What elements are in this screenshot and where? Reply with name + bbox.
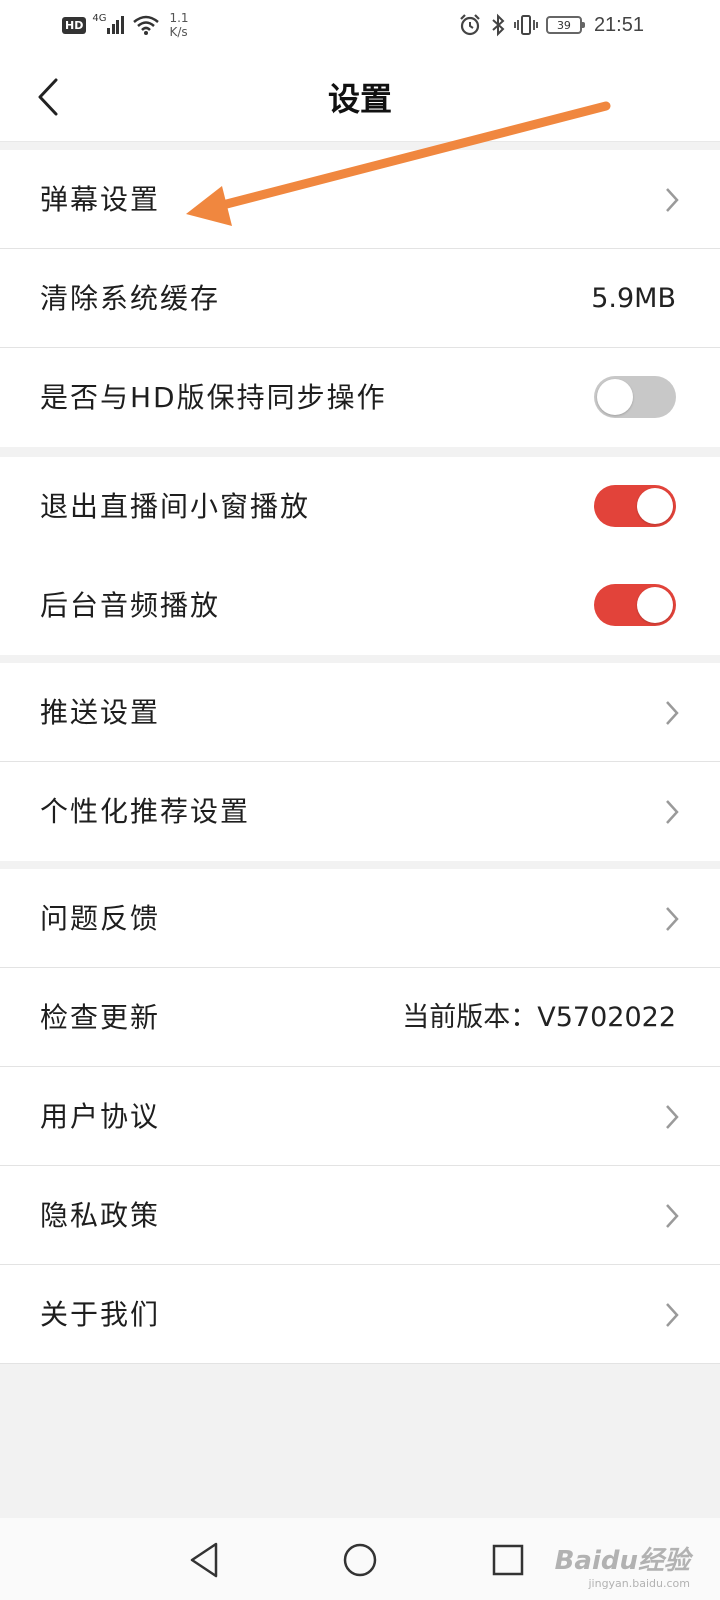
background-audio-toggle[interactable] (594, 584, 676, 626)
hd-sync-toggle[interactable] (594, 376, 676, 418)
chevron-right-icon (666, 800, 679, 824)
check-update-row[interactable]: 检查更新 当前版本：V5702022 (0, 968, 720, 1067)
about-us-row[interactable]: 关于我们 (0, 1265, 720, 1364)
alarm-icon (460, 14, 480, 36)
danmaku-settings-row[interactable]: 弹幕设置 (0, 150, 720, 249)
signal-icon (107, 16, 125, 34)
nav-back-icon[interactable] (184, 1538, 228, 1582)
toggle-knob (637, 488, 673, 524)
battery-level: 39 (556, 18, 571, 32)
row-label: 弹幕设置 (40, 183, 161, 216)
settings-group-playback: 退出直播间小窗播放 后台音频播放 (0, 457, 720, 655)
chevron-right-icon (666, 1105, 679, 1129)
network-speed: 1.1 K/s (169, 11, 188, 39)
watermark-brand: Baidu经验 (554, 1546, 690, 1576)
privacy-policy-row[interactable]: 隐私政策 (0, 1166, 720, 1265)
bluetooth-icon (492, 13, 505, 37)
nav-home-icon[interactable] (338, 1538, 382, 1582)
row-label: 关于我们 (40, 1298, 161, 1331)
speed-unit: K/s (169, 25, 188, 39)
settings-group-general: 弹幕设置 清除系统缓存 5.9MB 是否与HD版保持同步操作 (0, 150, 720, 447)
row-label: 隐私政策 (40, 1199, 161, 1232)
feedback-row[interactable]: 问题反馈 (0, 869, 720, 968)
toggle-knob (597, 379, 633, 415)
status-right: 39 21:51 (450, 10, 644, 40)
version-value: 当前版本：V5702022 (402, 1002, 676, 1033)
cache-size-value: 5.9MB (591, 283, 676, 314)
row-label: 推送设置 (40, 696, 161, 729)
page-title: 设置 (327, 80, 392, 118)
settings-group-push: 推送设置 个性化推荐设置 (0, 663, 720, 861)
toggle-knob (637, 587, 673, 623)
hd-sync-row: 是否与HD版保持同步操作 (0, 348, 720, 447)
watermark-url: jingyan.baidu.com (588, 1577, 690, 1590)
status-left: HD 4G 1.1 K/s (62, 10, 189, 40)
row-label: 问题反馈 (40, 902, 161, 935)
speed-value: 1.1 (169, 11, 189, 25)
row-label: 检查更新 (40, 1001, 161, 1034)
chevron-right-icon (666, 907, 679, 931)
row-label: 用户协议 (40, 1100, 161, 1133)
settings-group-about: 问题反馈 检查更新 当前版本：V5702022 用户协议 隐私政策 关于我们 (0, 869, 720, 1364)
mini-window-row: 退出直播间小窗播放 (0, 457, 720, 556)
nav-recents-icon[interactable] (486, 1538, 530, 1582)
vibrate-icon (514, 15, 538, 35)
personalized-recommend-row[interactable]: 个性化推荐设置 (0, 762, 720, 861)
header-bar: 设置 (0, 50, 720, 142)
chevron-right-icon (666, 701, 679, 725)
wifi-icon (133, 15, 160, 35)
chevron-right-icon (666, 1303, 679, 1327)
background-audio-row: 后台音频播放 (0, 556, 720, 655)
chevron-right-icon (666, 188, 679, 212)
battery-icon: 39 (545, 16, 585, 34)
row-label: 个性化推荐设置 (40, 795, 251, 828)
hd-badge: HD (62, 16, 87, 34)
chevron-right-icon (666, 1204, 679, 1228)
push-settings-row[interactable]: 推送设置 (0, 663, 720, 762)
row-label: 清除系统缓存 (40, 282, 221, 315)
baidu-watermark: Baidu经验 jingyan.baidu.com (555, 1540, 690, 1590)
row-label: 退出直播间小窗播放 (40, 490, 311, 523)
row-label: 是否与HD版保持同步操作 (40, 381, 387, 414)
user-agreement-row[interactable]: 用户协议 (0, 1067, 720, 1166)
status-bar: HD 4G 1.1 K/s 39 21:51 (0, 0, 720, 50)
network-type: 4G (92, 12, 107, 24)
mini-window-toggle[interactable] (594, 485, 676, 527)
system-nav-bar: Baidu经验 jingyan.baidu.com (0, 1518, 720, 1600)
clear-cache-row[interactable]: 清除系统缓存 5.9MB (0, 249, 720, 348)
status-time: 21:51 (593, 13, 644, 36)
row-label: 后台音频播放 (40, 589, 221, 622)
